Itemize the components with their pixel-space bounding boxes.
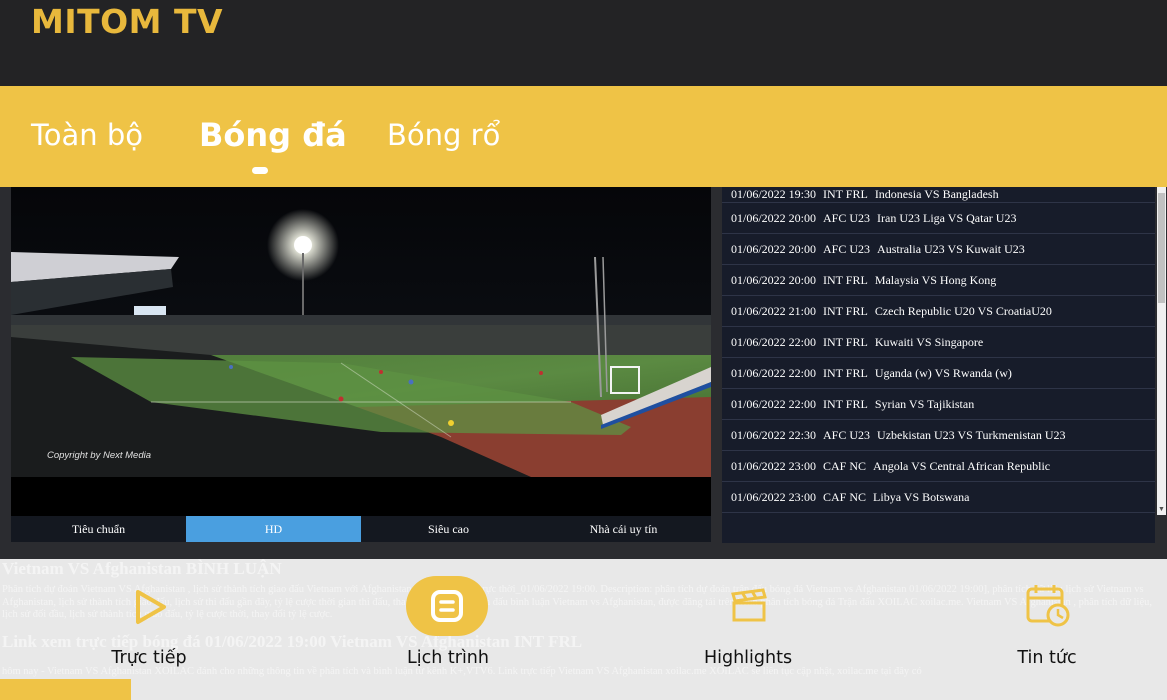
tab-football[interactable]: Bóng đá: [199, 116, 347, 154]
match-teams: Kuwaiti VS Singapore: [874, 334, 984, 349]
clapperboard-icon[interactable]: [730, 588, 770, 624]
schedule-row[interactable]: 01/06/2022 21:00 INT FRL Czech Republic U2…: [722, 296, 1155, 327]
match-league: AFC U23: [823, 210, 871, 225]
match-teams: Czech Republic U20 VS CroatiaU20: [874, 303, 1052, 318]
app-logo[interactable]: MITOM TV: [31, 2, 223, 41]
match-league: AFC U23: [823, 427, 871, 442]
top-bar: MITOM TV: [0, 0, 1167, 86]
tab-all[interactable]: Toàn bộ: [31, 118, 143, 152]
schedule-row[interactable]: 01/06/2022 20:00 INT FRL Malaysia VS Hong …: [722, 265, 1155, 296]
schedule-row[interactable]: 01/06/2022 22:00 INT FRL Kuwaiti VS Singap…: [722, 327, 1155, 358]
match-teams: Malaysia VS Hong Kong: [874, 272, 997, 287]
article-paragraph: Phân tích dự đoán Vietnam VS Afghanistan…: [2, 584, 1152, 620]
match-teams: Libya VS Botswana: [873, 489, 970, 504]
match-league: INT FRL: [823, 303, 868, 318]
nav-live-label[interactable]: Trực tiếp: [69, 648, 229, 668]
match-teams: Angola VS Central African Republic: [873, 458, 1051, 473]
schedule-row[interactable]: 01/06/2022 22:00 INT FRL Syrian VS Tajikis…: [722, 389, 1155, 420]
video-player[interactable]: Copyright by Next Media: [11, 187, 711, 516]
tab-basketball[interactable]: Bóng rổ: [387, 118, 500, 152]
match-time: 01/06/2022 22:30: [731, 427, 817, 442]
nav-news-label[interactable]: Tin tức: [967, 648, 1127, 668]
match-teams: Iran U23 Liga VS Qatar U23: [877, 210, 1017, 225]
match-teams: Uzbekistan U23 VS Turkmenistan U23: [877, 427, 1066, 442]
match-league: INT FRL: [823, 396, 868, 411]
nav-schedule-label[interactable]: Lịch trình: [368, 648, 528, 668]
category-tabs: Toàn bộ Bóng đá Bóng rổ: [0, 86, 1167, 187]
article-heading: Vietnam VS Afghanistan BÌNH LUẬN: [2, 559, 282, 578]
match-league: INT FRL: [823, 365, 868, 380]
match-time: 01/06/2022 23:00: [731, 489, 817, 504]
schedule-row[interactable]: 01/06/2022 22:00 INT FRL Uganda (w) VS Rwa…: [722, 358, 1155, 389]
match-schedule-list: 01/06/2022 19:30 INT FRL Indonesia VS Bang…: [722, 187, 1155, 543]
stadium-scene: [11, 187, 711, 516]
quality-selector: Tiêu chuẩn HD Siêu cao Nhà cái uy tín: [11, 516, 711, 542]
scrollbar-thumb[interactable]: [1158, 193, 1165, 303]
match-teams: Indonesia VS Bangladesh: [874, 187, 999, 201]
match-league: INT FRL: [823, 334, 868, 349]
schedule-row[interactable]: 01/06/2022 20:00 AFC U23 Australia U23 VS …: [722, 234, 1155, 265]
match-league: INT FRL: [823, 272, 868, 287]
match-league: INT FRL: [823, 187, 868, 201]
schedule-row[interactable]: 01/06/2022 23:00 CAF NC Libya VS Botswana: [722, 482, 1155, 513]
trusted-bookmaker-button[interactable]: Nhà cái uy tín: [536, 516, 711, 542]
match-league: CAF NC: [823, 458, 867, 473]
bottom-accent-strip: [0, 679, 131, 700]
schedule-row[interactable]: 01/06/2022 19:30 INT FRL Indonesia VS Bang…: [722, 187, 1155, 203]
match-teams: Australia U23 VS Kuwait U23: [877, 241, 1025, 256]
quality-hd-button[interactable]: HD: [186, 516, 361, 542]
match-time: 01/06/2022 22:00: [731, 365, 817, 380]
match-time: 01/06/2022 20:00: [731, 210, 817, 225]
match-league: AFC U23: [823, 241, 871, 256]
video-copyright: Copyright by Next Media: [47, 450, 152, 461]
match-league: CAF NC: [823, 489, 867, 504]
match-time: 01/06/2022 22:00: [731, 396, 817, 411]
match-time: 01/06/2022 20:00: [731, 241, 817, 256]
schedule-scrollbar[interactable]: ▼: [1157, 187, 1166, 515]
schedule-icon: [431, 590, 463, 622]
match-article: Vietnam VS Afghanistan BÌNH LUẬN Phân tí…: [0, 559, 1167, 700]
schedule-row[interactable]: 01/06/2022 23:00 CAF NC Angola VS Central …: [722, 451, 1155, 482]
scroll-down-arrow-icon[interactable]: ▼: [1158, 506, 1165, 513]
schedule-row[interactable]: 01/06/2022 22:30 AFC U23 Uzbekistan U23 VS…: [722, 420, 1155, 451]
match-teams: Syrian VS Tajikistan: [874, 396, 975, 411]
calendar-news-icon[interactable]: [1025, 582, 1073, 628]
match-time: 01/06/2022 20:00: [731, 272, 817, 287]
match-time: 01/06/2022 22:00: [731, 334, 817, 349]
match-time: 01/06/2022 21:00: [731, 303, 817, 318]
schedule-row[interactable]: 01/06/2022 20:00 AFC U23 Iran U23 Liga VS …: [722, 203, 1155, 234]
schedule-nav-button[interactable]: [406, 576, 488, 636]
quality-standard-button[interactable]: Tiêu chuẩn: [11, 516, 186, 542]
match-teams: Uganda (w) VS Rwanda (w): [874, 365, 1012, 380]
match-time: 01/06/2022 23:00: [731, 458, 817, 473]
active-tab-indicator: [252, 167, 268, 174]
nav-highlights-label[interactable]: Highlights: [668, 648, 828, 668]
quality-ultra-button[interactable]: Siêu cao: [361, 516, 536, 542]
match-time: 01/06/2022 19:30: [731, 187, 817, 201]
play-icon[interactable]: [130, 588, 170, 626]
